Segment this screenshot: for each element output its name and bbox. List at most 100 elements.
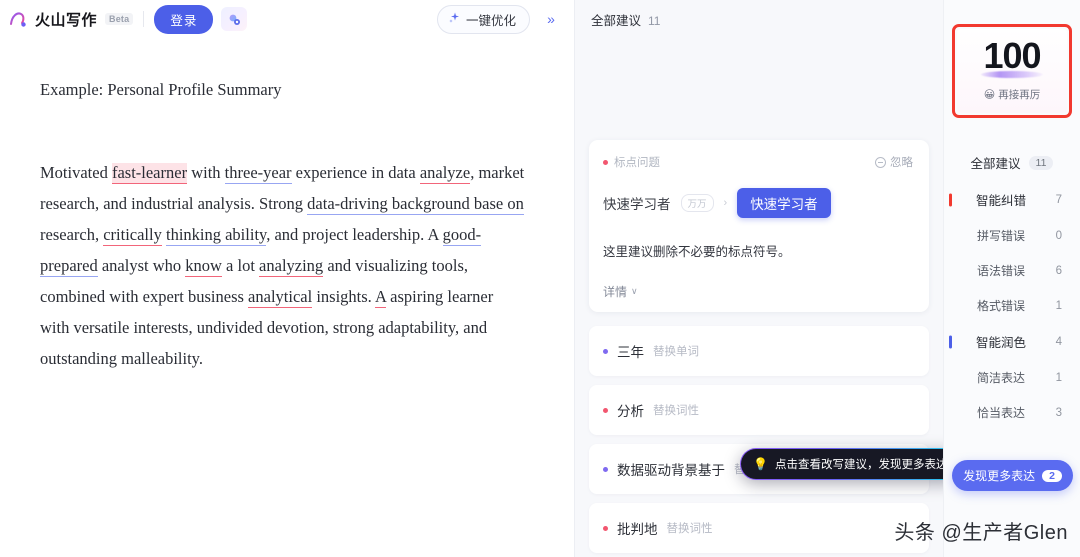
app-window: 火山写作 Beta 登录 一键优化 » Example: Personal Pr… bbox=[0, 0, 1080, 557]
suggestion-card-active[interactable]: 标点问题 忽略 快速学习者 万万 › 快速学习者 这里建议删除不必要的标点符号。… bbox=[589, 140, 929, 313]
original-word-badge: 万万 bbox=[680, 194, 714, 212]
lightbulb-icon: 💡 bbox=[753, 457, 768, 471]
optimize-label: 一键优化 bbox=[465, 13, 516, 28]
severity-dot-icon bbox=[603, 159, 608, 165]
discover-badge: 2 bbox=[1042, 469, 1062, 482]
sidebar-item-sub[interactable]: 语法错误 6 bbox=[944, 253, 1080, 288]
suggestion-item-word: 三年 bbox=[617, 345, 644, 361]
one-click-optimize-button[interactable]: 一键优化 bbox=[436, 4, 530, 34]
all-suggestions-label: 全部建议 bbox=[970, 157, 1021, 171]
category-count: 1 bbox=[1055, 299, 1062, 312]
severity-dot-icon bbox=[603, 525, 608, 531]
category-label: 简洁表达 bbox=[976, 371, 1025, 385]
suggestion-list-item[interactable]: 分析 替换词性 bbox=[589, 385, 929, 436]
sidebar-item-group[interactable]: 智能润色 4 bbox=[944, 323, 1080, 360]
doc-text-run: , and project leadership. A bbox=[266, 224, 443, 244]
discover-label: 发现更多表达 bbox=[963, 469, 1036, 483]
login-button[interactable]: 登录 bbox=[154, 4, 214, 34]
suggestion-item-kind: 替换单词 bbox=[653, 346, 699, 359]
score-value: 100 bbox=[983, 35, 1041, 76]
suggestion-card-tag: 标点问题 bbox=[603, 154, 660, 170]
sidebar-item-sub[interactable]: 拼写错误 0 bbox=[944, 218, 1080, 253]
doc-text-run: Motivated bbox=[40, 162, 112, 182]
replacement-row: 快速学习者 万万 › 快速学习者 bbox=[603, 188, 913, 218]
suggestion-list-item[interactable]: 三年 替换单词 bbox=[589, 326, 929, 377]
suggestion-list-item[interactable]: 批判地 替换词性 bbox=[589, 503, 929, 554]
doc-text-run: insights. bbox=[312, 286, 375, 306]
category-accent-bar bbox=[949, 193, 952, 206]
document-paragraph[interactable]: Motivated fast-learner with three-year e… bbox=[40, 157, 526, 374]
ignore-icon bbox=[875, 156, 886, 168]
category-count: 7 bbox=[1055, 193, 1062, 206]
ignore-label: 忽略 bbox=[890, 157, 913, 169]
category-label: 智能润色 bbox=[975, 336, 1026, 350]
beta-badge: Beta bbox=[105, 13, 134, 25]
suggestion-description: 这里建议删除不必要的标点符号。 bbox=[603, 245, 791, 259]
doc-flagged-word[interactable]: three-year bbox=[224, 162, 292, 184]
suggestion-header-count: 11 bbox=[648, 14, 661, 28]
suggestion-item-kind: 替换词性 bbox=[653, 405, 699, 418]
apply-replacement-button[interactable]: 快速学习者 bbox=[737, 188, 831, 218]
watermark: 头条 @生产者Glen bbox=[894, 522, 1068, 544]
toolbar-divider bbox=[143, 11, 145, 27]
volcano-logo-icon bbox=[8, 8, 30, 30]
suggestion-items-container: 三年替换单词分析替换词性数据驱动背景基于 替换单词批判地替换词性 bbox=[589, 326, 929, 554]
category-label: 语法错误 bbox=[976, 264, 1025, 278]
suggestion-details-toggle[interactable]: 详情 ∨ bbox=[603, 283, 913, 300]
all-suggestions-count: 11 bbox=[1028, 155, 1054, 170]
original-word: 快速学习者 bbox=[603, 197, 671, 212]
category-accent-bar bbox=[949, 335, 952, 348]
suggestion-item-word: 数据驱动背景基于 bbox=[617, 463, 725, 479]
doc-flagged-word[interactable]: analytical bbox=[248, 286, 313, 308]
suggestion-pane-header: 全部建议 11 bbox=[575, 0, 943, 34]
document-editor[interactable]: Example: Personal Profile Summary Motiva… bbox=[0, 38, 574, 557]
category-label: 智能纠错 bbox=[975, 194, 1026, 208]
category-rows-container: 智能纠错 7 拼写错误 0 语法错误 6 格式错误 1 智能润色 4 简洁表达 1 恰当表达 3 bbox=[944, 181, 1080, 430]
app-title: 火山写作 bbox=[35, 11, 98, 29]
doc-flagged-word[interactable]: critically bbox=[103, 224, 162, 246]
doc-text-run: research, bbox=[40, 224, 104, 244]
category-count: 1 bbox=[1055, 371, 1062, 384]
suggestion-header-label: 全部建议 bbox=[591, 14, 642, 28]
suggestion-pane: 全部建议 11 标点问题 忽略 快速学习者 万万 › 快速学习者 这里建议删除不… bbox=[575, 0, 943, 557]
sidebar-item-sub[interactable]: 格式错误 1 bbox=[944, 288, 1080, 323]
doc-flagged-word[interactable]: analyzing bbox=[259, 255, 324, 277]
doc-flagged-word[interactable]: fast-learner bbox=[111, 162, 188, 184]
sidebar-item-sub[interactable]: 恰当表达 3 bbox=[944, 395, 1080, 430]
category-label: 拼写错误 bbox=[976, 229, 1025, 243]
score-caption-text: 再接再厉 bbox=[998, 89, 1041, 101]
suggestion-item-kind: 替换词性 bbox=[666, 523, 713, 536]
ignore-suggestion-button[interactable]: 忽略 bbox=[875, 154, 913, 170]
category-count: 4 bbox=[1055, 335, 1062, 348]
category-sidebar: 100 😀 再接再厉 全部建议 11 智能纠错 7 拼写错误 0 语法错误 6 格式错误 1 智… bbox=[943, 0, 1080, 557]
editor-pane: 火山写作 Beta 登录 一键优化 » Example: Personal Pr… bbox=[0, 0, 575, 557]
rewrite-hint-tooltip[interactable]: 💡 点击查看改写建议，发现更多表达 bbox=[740, 448, 943, 480]
score-card: 100 😀 再接再厉 bbox=[957, 29, 1067, 113]
doc-text-run: analyst who bbox=[97, 255, 186, 275]
collapse-panel-icon[interactable]: » bbox=[538, 7, 564, 31]
sidebar-item-group[interactable]: 智能纠错 7 bbox=[944, 181, 1080, 218]
severity-dot-icon bbox=[603, 407, 608, 413]
doc-flagged-word[interactable]: A bbox=[375, 286, 387, 308]
sparkle-icon bbox=[448, 11, 461, 27]
doc-text-run: a lot bbox=[221, 255, 260, 275]
doc-flagged-word[interactable]: know bbox=[185, 255, 222, 277]
category-label: 恰当表达 bbox=[976, 406, 1025, 420]
discover-more-button[interactable]: 发现更多表达 2 bbox=[952, 460, 1073, 491]
category-count: 6 bbox=[1055, 264, 1062, 277]
suggestion-card-tag-label: 标点问题 bbox=[614, 157, 660, 169]
ai-assistant-icon[interactable] bbox=[221, 7, 248, 31]
severity-dot-icon bbox=[603, 466, 608, 472]
category-label: 格式错误 bbox=[976, 299, 1025, 313]
sidebar-item-sub[interactable]: 简洁表达 1 bbox=[944, 360, 1080, 395]
severity-dot-icon bbox=[603, 348, 608, 354]
doc-flagged-word[interactable]: analyze bbox=[419, 162, 471, 184]
doc-flagged-word[interactable]: thinking ability bbox=[165, 224, 267, 246]
top-toolbar: 火山写作 Beta 登录 一键优化 » bbox=[0, 0, 574, 38]
sidebar-item-all-suggestions[interactable]: 全部建议 11 bbox=[944, 144, 1080, 181]
doc-flagged-word[interactable]: data-driving background base on bbox=[307, 193, 524, 215]
app-logo[interactable]: 火山写作 bbox=[8, 8, 97, 30]
smiley-icon: 😀 bbox=[983, 89, 996, 101]
details-label: 详情 bbox=[603, 285, 628, 300]
suggestion-card-header: 标点问题 忽略 bbox=[603, 154, 913, 170]
